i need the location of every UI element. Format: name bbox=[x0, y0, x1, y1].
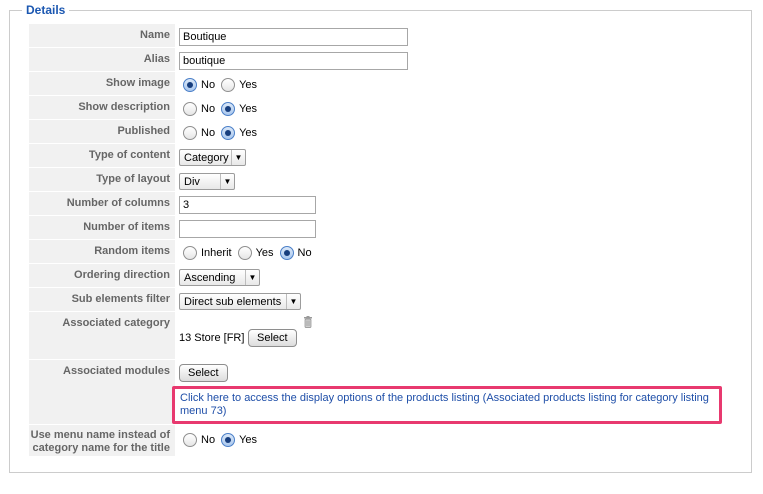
display-options-link[interactable]: Click here to access the display options… bbox=[180, 392, 715, 418]
number-of-columns-label: Number of columns bbox=[29, 192, 175, 215]
show-description-no-radio[interactable]: No bbox=[183, 102, 215, 116]
row-alias: Alias bbox=[29, 48, 749, 71]
number-of-items-label: Number of items bbox=[29, 216, 175, 239]
row-number-of-items: Number of items bbox=[29, 216, 749, 239]
alias-input[interactable] bbox=[179, 52, 408, 70]
row-random-items: Random items Inherit Yes No bbox=[29, 240, 749, 263]
associated-category-value: 13 Store [FR] bbox=[179, 332, 245, 344]
number-of-columns-input[interactable] bbox=[179, 196, 316, 214]
row-show-description: Show description No Yes bbox=[29, 96, 749, 119]
chevron-down-icon: ▼ bbox=[231, 150, 245, 165]
associated-modules-select-button[interactable]: Select bbox=[179, 364, 228, 382]
radio-checked-icon[interactable] bbox=[221, 126, 236, 140]
sub-elements-filter-select[interactable]: Direct sub elements ▼ bbox=[179, 293, 301, 310]
row-name: Name bbox=[29, 24, 749, 47]
type-of-layout-label: Type of layout bbox=[29, 168, 175, 191]
published-label: Published bbox=[29, 120, 175, 143]
random-items-yes-radio[interactable]: Yes bbox=[237, 246, 274, 260]
row-type-of-content: Type of content Category ▼ bbox=[29, 144, 749, 167]
type-of-layout-select[interactable]: Div ▼ bbox=[179, 173, 235, 190]
radio-unchecked-icon[interactable] bbox=[183, 102, 197, 116]
random-items-label: Random items bbox=[29, 240, 175, 263]
radio-unchecked-icon[interactable] bbox=[221, 78, 236, 92]
radio-checked-icon[interactable] bbox=[221, 433, 236, 447]
radio-unchecked-icon[interactable] bbox=[237, 246, 252, 260]
row-show-image: Show image No Yes bbox=[29, 72, 749, 95]
associated-modules-label: Associated modules bbox=[29, 360, 175, 424]
use-menu-name-no-radio[interactable]: No bbox=[183, 433, 215, 447]
row-number-of-columns: Number of columns bbox=[29, 192, 749, 215]
show-description-yes-radio[interactable]: Yes bbox=[221, 102, 257, 116]
show-image-yes-radio[interactable]: Yes bbox=[221, 78, 257, 92]
show-description-label: Show description bbox=[29, 96, 175, 119]
row-associated-category: Associated category 13 Store [FR] Select bbox=[29, 312, 749, 359]
trash-icon[interactable] bbox=[303, 316, 313, 328]
show-image-label: Show image bbox=[29, 72, 175, 95]
sub-elements-filter-label: Sub elements filter bbox=[29, 288, 175, 311]
radio-checked-icon[interactable] bbox=[221, 102, 236, 116]
chevron-down-icon: ▼ bbox=[245, 270, 259, 285]
random-items-no-radio[interactable]: No bbox=[279, 246, 312, 260]
radio-unchecked-icon[interactable] bbox=[183, 246, 197, 260]
use-menu-name-yes-radio[interactable]: Yes bbox=[221, 433, 257, 447]
type-of-content-label: Type of content bbox=[29, 144, 175, 167]
radio-checked-icon[interactable] bbox=[279, 246, 294, 260]
row-use-menu-name: Use menu name instead of category name f… bbox=[29, 425, 749, 456]
row-ordering-direction: Ordering direction Ascending ▼ bbox=[29, 264, 749, 287]
random-items-inherit-radio[interactable]: Inherit bbox=[183, 246, 232, 260]
associated-category-label: Associated category bbox=[29, 312, 175, 359]
details-legend: Details bbox=[26, 3, 66, 17]
ordering-direction-select[interactable]: Ascending ▼ bbox=[179, 269, 260, 286]
radio-unchecked-icon[interactable] bbox=[183, 433, 197, 447]
radio-checked-icon[interactable] bbox=[183, 78, 197, 92]
number-of-items-input[interactable] bbox=[179, 220, 316, 238]
row-sub-elements-filter: Sub elements filter Direct sub elements … bbox=[29, 288, 749, 311]
ordering-direction-label: Ordering direction bbox=[29, 264, 175, 287]
name-label: Name bbox=[29, 24, 175, 47]
type-of-content-select[interactable]: Category ▼ bbox=[179, 149, 246, 166]
published-no-radio[interactable]: No bbox=[183, 126, 215, 140]
use-menu-name-label: Use menu name instead of category name f… bbox=[29, 425, 175, 456]
row-type-of-layout: Type of layout Div ▼ bbox=[29, 168, 749, 191]
radio-unchecked-icon[interactable] bbox=[183, 126, 197, 140]
alias-label: Alias bbox=[29, 48, 175, 71]
row-published: Published No Yes bbox=[29, 120, 749, 143]
chevron-down-icon: ▼ bbox=[220, 174, 234, 189]
name-input[interactable] bbox=[179, 28, 408, 46]
associated-category-select-button[interactable]: Select bbox=[248, 329, 297, 347]
published-yes-radio[interactable]: Yes bbox=[221, 126, 257, 140]
chevron-down-icon: ▼ bbox=[286, 294, 300, 309]
show-image-no-radio[interactable]: No bbox=[183, 78, 215, 92]
